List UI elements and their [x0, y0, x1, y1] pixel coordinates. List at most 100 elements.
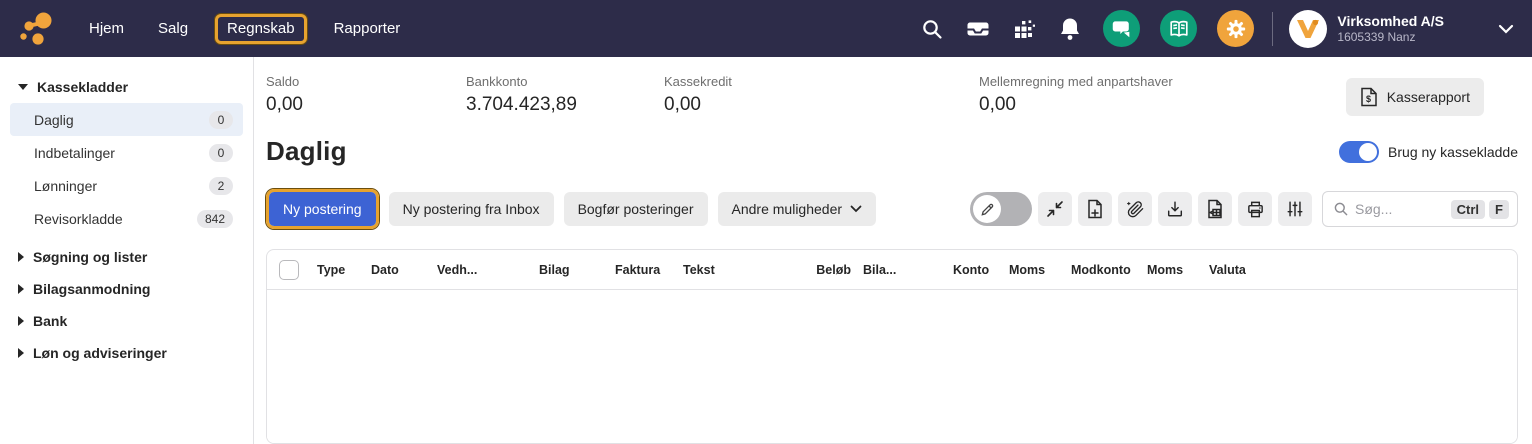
brug-ny-kassekladde-toggle[interactable] [1339, 141, 1379, 163]
main-nav: Hjem Salg Regnskab Rapporter [72, 12, 417, 45]
attach-file-button[interactable] [1118, 192, 1152, 226]
shortcut-f-badge: F [1489, 200, 1509, 219]
collapse-rows-button[interactable] [1038, 192, 1072, 226]
search-input[interactable] [1355, 201, 1447, 217]
economic-logo-icon[interactable] [14, 7, 58, 51]
sidebar-item-indbetalinger[interactable]: Indbetalinger 0 [10, 136, 243, 169]
sidebar-section-label: Løn og adviseringer [33, 345, 167, 361]
stat-bankkonto: Bankkonto 3.704.423,89 [466, 74, 664, 116]
caret-down-icon [18, 84, 28, 90]
sidebar-section-label: Bilagsanmodning [33, 281, 150, 297]
column-header-modkonto[interactable]: Modkonto [1065, 263, 1141, 277]
chevron-down-icon[interactable] [1498, 24, 1514, 34]
stat-label: Mellemregning med anpartshaver [979, 74, 1346, 89]
stat-value: 0,00 [979, 94, 1346, 116]
company-subtitle: 1605339 Nanz [1337, 30, 1444, 44]
count-badge: 0 [209, 144, 233, 162]
download-button[interactable] [1158, 192, 1192, 226]
column-header-faktura[interactable]: Faktura [609, 263, 677, 277]
nav-item-salg[interactable]: Salg [158, 12, 188, 45]
count-badge: 842 [197, 210, 233, 228]
stat-label: Kassekredit [664, 74, 979, 89]
andre-muligheder-dropdown[interactable]: Andre muligheder [718, 192, 877, 226]
company-name: Virksomhed A/S [1337, 13, 1444, 30]
column-header-valuta[interactable]: Valuta [1203, 263, 1283, 277]
stat-label: Bankkonto [466, 74, 664, 89]
sidebar-section-label: Søgning og lister [33, 249, 147, 265]
sidebar-item-label: Revisorkladde [34, 211, 123, 227]
column-header-belob[interactable]: Beløb [779, 263, 857, 277]
column-settings-button[interactable] [1278, 192, 1312, 226]
postings-table: Type Dato Vedh... Bilag Faktura Tekst Be… [266, 249, 1518, 444]
chat-icon[interactable] [1103, 10, 1140, 47]
table-header-row: Type Dato Vedh... Bilag Faktura Tekst Be… [267, 250, 1517, 290]
print-button[interactable] [1238, 192, 1272, 226]
main-content: Saldo 0,00 Bankkonto 3.704.423,89 Kassek… [254, 57, 1532, 444]
count-badge: 2 [209, 177, 233, 195]
download-icon [1166, 200, 1184, 218]
count-badge: 0 [209, 111, 233, 129]
caret-right-icon [18, 316, 24, 326]
pencil-icon [980, 202, 995, 217]
column-header-moms-2[interactable]: Moms [1141, 263, 1203, 277]
collapse-icon [1046, 200, 1064, 218]
bogfor-posteringer-button[interactable]: Bogfør posteringer [564, 192, 708, 226]
kasserapport-label: Kasserapport [1387, 89, 1470, 105]
table-search: Ctrl F [1322, 191, 1518, 227]
svg-text:$: $ [1366, 94, 1371, 104]
account-menu[interactable]: Virksomhed A/S 1605339 Nanz [1289, 10, 1444, 48]
ny-postering-highlight-annotation: Ny postering [266, 189, 379, 229]
column-header-konto[interactable]: Konto [947, 263, 1003, 277]
page-title-row: Daglig Brug ny kassekladde [266, 136, 1518, 167]
column-header-vedh[interactable]: Vedh... [431, 263, 533, 277]
ny-postering-fra-inbox-button[interactable]: Ny postering fra Inbox [389, 192, 554, 226]
nav-item-regnskab[interactable]: Regnskab [227, 20, 295, 37]
export-spreadsheet-button[interactable] [1198, 192, 1232, 226]
gear-icon[interactable] [1217, 10, 1254, 47]
sidebar-item-label: Daglig [34, 112, 74, 128]
select-all-checkbox[interactable] [279, 260, 299, 280]
sidebar-item-label: Lønninger [34, 178, 97, 194]
new-document-button[interactable] [1078, 192, 1112, 226]
nav-item-hjem[interactable]: Hjem [89, 12, 124, 45]
sidebar-section-kassekladder[interactable]: Kassekladder [10, 71, 243, 103]
sidebar-section-bank[interactable]: Bank [10, 305, 243, 337]
column-header-moms[interactable]: Moms [1003, 263, 1065, 277]
apps-grid-icon[interactable] [1011, 16, 1037, 42]
column-header-bilag[interactable]: Bilag [533, 263, 609, 277]
sidebar-section-lon-og-adviseringer[interactable]: Løn og adviseringer [10, 337, 243, 369]
printer-icon [1246, 200, 1265, 219]
filter-sliders-icon [1286, 200, 1304, 218]
table-tools: Ctrl F [970, 191, 1518, 227]
nav-item-rapporter[interactable]: Rapporter [334, 12, 401, 45]
column-header-tekst[interactable]: Tekst [677, 263, 779, 277]
sidebar-item-daglig[interactable]: Daglig 0 [10, 103, 243, 136]
actions-toolbar: Ny postering Ny postering fra Inbox Bogf… [266, 189, 1518, 229]
column-header-bila[interactable]: Bila... [857, 263, 947, 277]
sidebar-section-label: Bank [33, 313, 67, 329]
kasserapport-button[interactable]: $ Kasserapport [1346, 78, 1484, 116]
sidebar: Kassekladder Daglig 0 Indbetalinger 0 Lø… [0, 57, 254, 444]
column-header-type[interactable]: Type [311, 263, 365, 277]
inbox-icon[interactable] [965, 16, 991, 42]
bell-icon[interactable] [1057, 16, 1083, 42]
book-icon[interactable] [1160, 10, 1197, 47]
column-header-dato[interactable]: Dato [365, 263, 431, 277]
shortcut-ctrl-badge: Ctrl [1451, 200, 1485, 219]
stat-mellemregning: Mellemregning med anpartshaver 0,00 [979, 74, 1346, 116]
file-plus-icon [1086, 199, 1104, 219]
sidebar-section-sogning-og-lister[interactable]: Søgning og lister [10, 241, 243, 273]
ny-postering-button[interactable]: Ny postering [269, 192, 376, 226]
sidebar-section-bilagsanmodning[interactable]: Bilagsanmodning [10, 273, 243, 305]
stat-label: Saldo [266, 74, 466, 89]
attachment-icon [1126, 200, 1145, 219]
edit-mode-toggle[interactable] [970, 192, 1032, 226]
top-navigation-bar: Hjem Salg Regnskab Rapporter [0, 0, 1532, 57]
search-icon[interactable] [919, 16, 945, 42]
stat-value: 3.704.423,89 [466, 94, 664, 116]
sidebar-item-revisorkladde[interactable]: Revisorkladde 842 [10, 202, 243, 235]
header-divider [1272, 12, 1273, 46]
sidebar-item-lonninger[interactable]: Lønninger 2 [10, 169, 243, 202]
caret-right-icon [18, 348, 24, 358]
stat-value: 0,00 [266, 94, 466, 116]
